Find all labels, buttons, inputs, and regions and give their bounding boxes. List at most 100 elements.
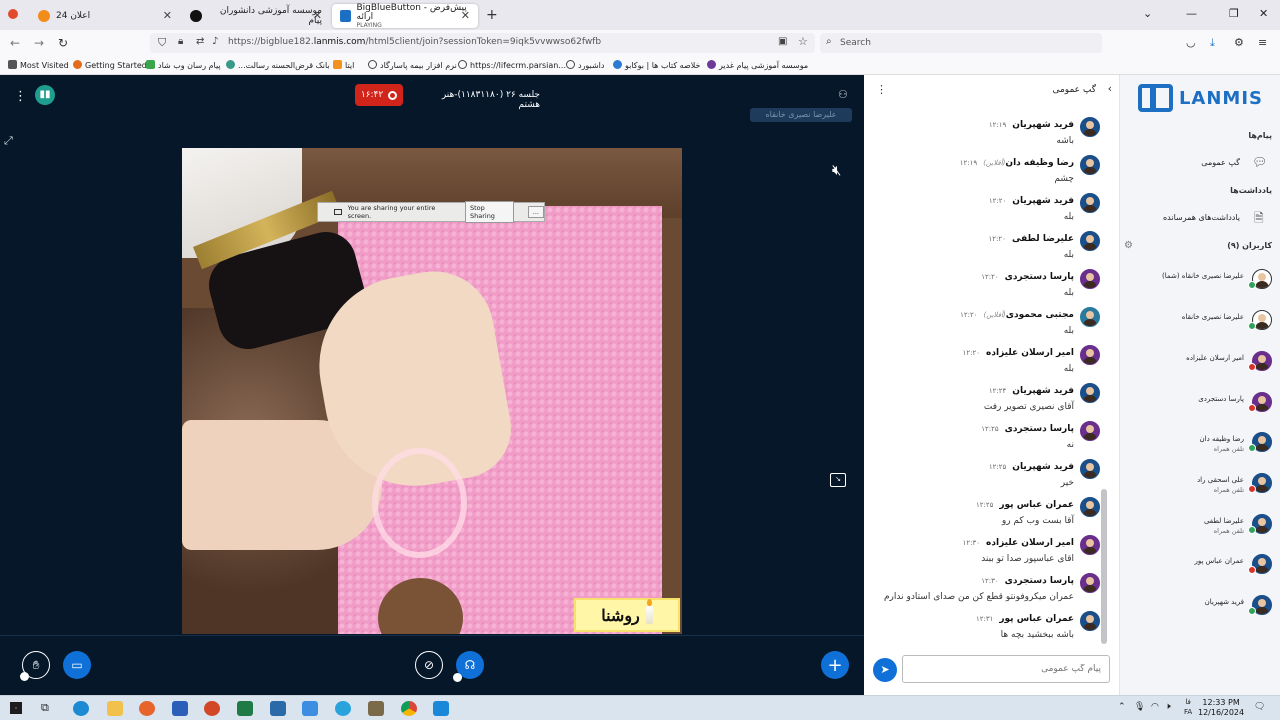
chat-message: ۱۲:۲۵ عمران عباس پور آقا بست وب کم رو: [870, 497, 1100, 535]
edge-icon[interactable]: [73, 701, 89, 716]
bookmark-shad[interactable]: پیام رسان وب شاد: [146, 60, 221, 70]
reload-icon[interactable]: ↻: [58, 36, 68, 50]
chevron-left-icon[interactable]: ‹: [1108, 82, 1112, 95]
chat-message: ۱۲:۲۰ پارسا دستجردی بله: [870, 269, 1100, 307]
user-list-item[interactable]: عمران عباس پور: [1122, 554, 1272, 580]
mic-permission-icon[interactable]: ♪: [212, 36, 218, 47]
bookmark-pasargad[interactable]: نرم افزار بیمه پاسارگاد: [368, 60, 457, 70]
word-icon[interactable]: [172, 701, 188, 716]
chat-message-input[interactable]: [902, 655, 1110, 683]
restore-window-icon[interactable]: ❐: [1229, 7, 1239, 20]
maps-icon[interactable]: [433, 701, 449, 716]
pocket-icon[interactable]: ◡: [1186, 36, 1196, 49]
chat-message: ۱۲:۳۱ عمران عباس پور باشه ببخشید بچه ها: [870, 611, 1100, 648]
app-icon[interactable]: [302, 701, 318, 716]
bookmark-star-icon[interactable]: ☆: [798, 35, 808, 48]
close-window-icon[interactable]: ✕: [1259, 7, 1268, 20]
audio-level-icon[interactable]: ▮▮: [35, 85, 55, 105]
avatar: [1080, 535, 1100, 555]
bookmark-resalat[interactable]: ...بانک قرض‌الحسنه رسالت: [226, 60, 330, 70]
stop-sharing-button[interactable]: Stop Sharing: [464, 201, 514, 223]
tab-list-chevron-icon[interactable]: ⌄: [1143, 7, 1152, 20]
firefox-icon[interactable]: [139, 701, 155, 716]
user-list-item[interactable]: امیر ارسلان علیزاده: [1122, 351, 1272, 377]
close-tab-icon[interactable]: ✕: [461, 9, 470, 22]
chevron-up-icon[interactable]: ⌃: [1118, 702, 1126, 712]
minimize-window-icon[interactable]: —: [1186, 7, 1197, 20]
share-screen-button[interactable]: ▭: [63, 651, 91, 679]
notifications-icon[interactable]: 🗨︎: [1254, 702, 1265, 712]
microphone-icon[interactable]: 🎙︎: [1134, 702, 1145, 712]
url-text: https://bigblue182.lanmis.com/html5clien…: [228, 37, 601, 47]
options-menu-icon[interactable]: ⋮: [14, 89, 27, 104]
minimize-presentation-icon[interactable]: ↘: [830, 473, 846, 487]
tab-elan24[interactable]: اعلان 24 ✕: [30, 4, 180, 28]
close-tab-icon[interactable]: ✕: [313, 9, 322, 22]
app-icon[interactable]: [270, 701, 286, 716]
bookmark-lifecrm[interactable]: https://lifecrm.parsian...: [458, 60, 566, 70]
offline-label: (آفلاین): [983, 311, 1006, 319]
chat-message-list[interactable]: ۱۲:۱۹ فرید شهپریان باشه ۱۲:۱۹ (آفلاین)رضا و…: [864, 113, 1110, 648]
firefox-menu-icon[interactable]: [8, 9, 18, 19]
sidebar-item-shared-notes[interactable]: یادداشت‌های همرسانده: [1163, 213, 1240, 222]
tab-daneshvaran[interactable]: موسسه آموزشی دانشوران پیام ✕: [182, 4, 330, 28]
windows-start-icon[interactable]: [10, 702, 22, 714]
app-menu-icon[interactable]: ≡: [1258, 36, 1267, 49]
user-list-item[interactable]: علی اسحقی راد تلفن همراه: [1122, 473, 1272, 499]
chrome-icon[interactable]: [401, 701, 417, 716]
tab-bigbluebutton[interactable]: BigBlueButton - پیش‌فرض ارائه PLAYING ✕: [332, 3, 478, 29]
lock-icon[interactable]: 🔒︎: [178, 36, 183, 47]
user-list-item[interactable]: علیرضا لطفی تلفن همراه: [1122, 514, 1272, 540]
user-name: پارسا دستجردی: [1198, 395, 1244, 403]
bookmark-eitaa[interactable]: ایتا: [333, 60, 354, 70]
speaker-muted-icon[interactable]: 🔇︎: [832, 161, 841, 179]
excel-icon[interactable]: [237, 701, 253, 716]
user-list-item[interactable]: پارسا دستجردی: [1122, 392, 1272, 418]
bookmark-payamghadir[interactable]: موسسه آموزشی پیام غدیر: [707, 60, 808, 70]
wifi-icon[interactable]: ◠: [1151, 702, 1159, 712]
user-list-item[interactable]: رضا وظیفه دان تلفن همراه: [1122, 432, 1272, 458]
extensions-icon[interactable]: ⚙: [1234, 36, 1244, 49]
system-clock[interactable]: 12:33 PM 12/16/2024: [1198, 698, 1244, 718]
bookmark-bookabo[interactable]: خلاصه کتاب ها | بوکابو: [613, 60, 700, 70]
file-explorer-icon[interactable]: [107, 701, 123, 716]
task-view-icon[interactable]: ⧉: [41, 701, 49, 715]
chat-message: ۱۲:۳۰ امیر ارسلان علیزاده اقای عباسپور صدا…: [870, 535, 1100, 573]
bookmark-dashboard[interactable]: داشبورد: [566, 60, 604, 70]
user-list-item[interactable]: علیرضا نصیری خانقاه (شما): [1122, 269, 1272, 295]
forward-icon[interactable]: →: [34, 36, 44, 50]
raise-hand-button[interactable]: ✋︎: [20, 651, 50, 681]
new-tab-icon[interactable]: +: [486, 7, 498, 23]
volume-muted-icon[interactable]: 🕨︎: [1165, 702, 1171, 712]
downloads-icon[interactable]: ⤓: [1210, 36, 1215, 50]
chat-options-icon[interactable]: ⋮: [876, 83, 887, 96]
address-bar[interactable]: ⛉ 🔒︎ ⇄ ♪ https://bigblue182.lanmis.com/h…: [150, 33, 815, 53]
gear-icon[interactable]: ⚙: [1124, 240, 1133, 251]
user-list-item[interactable]: علیرضا نصیری خانقاه: [1122, 310, 1272, 336]
bookmark-most-visited[interactable]: Most Visited: [8, 60, 69, 70]
permissions-icon[interactable]: ⇄: [196, 36, 204, 47]
chat-scrollbar[interactable]: [1100, 113, 1108, 648]
language-top: فا: [1185, 698, 1191, 706]
app-icon[interactable]: [368, 701, 384, 716]
input-language[interactable]: فا FA: [1184, 697, 1192, 717]
camera-off-button[interactable]: ⊘: [415, 651, 443, 679]
back-icon[interactable]: ←: [10, 36, 20, 50]
powerpoint-icon[interactable]: [204, 701, 220, 716]
sidebar-item-public-chat[interactable]: گپ عمومی: [1201, 158, 1240, 167]
more-options-button[interactable]: ...: [527, 206, 544, 218]
scrollbar-thumb[interactable]: [1101, 489, 1107, 644]
search-bar[interactable]: ⌕ Search: [820, 33, 1102, 53]
audio-headset-button[interactable]: ☊: [453, 651, 484, 682]
bookmark-getting-started[interactable]: Getting Started: [73, 60, 147, 70]
close-tab-icon[interactable]: ✕: [163, 9, 172, 22]
actions-plus-button[interactable]: +: [821, 651, 849, 679]
user-list-item[interactable]: فرید شهپریان: [1122, 595, 1272, 621]
send-message-button[interactable]: ➤: [873, 658, 897, 682]
fullscreen-icon[interactable]: ⤢: [4, 134, 13, 148]
shield-icon[interactable]: ⛉: [158, 36, 166, 50]
recording-indicator[interactable]: ۱۶:۴۲: [355, 84, 403, 106]
reader-view-icon[interactable]: ▣: [778, 36, 787, 47]
telegram-icon[interactable]: [335, 701, 351, 716]
user-profile-icon[interactable]: ⚇: [838, 88, 848, 101]
